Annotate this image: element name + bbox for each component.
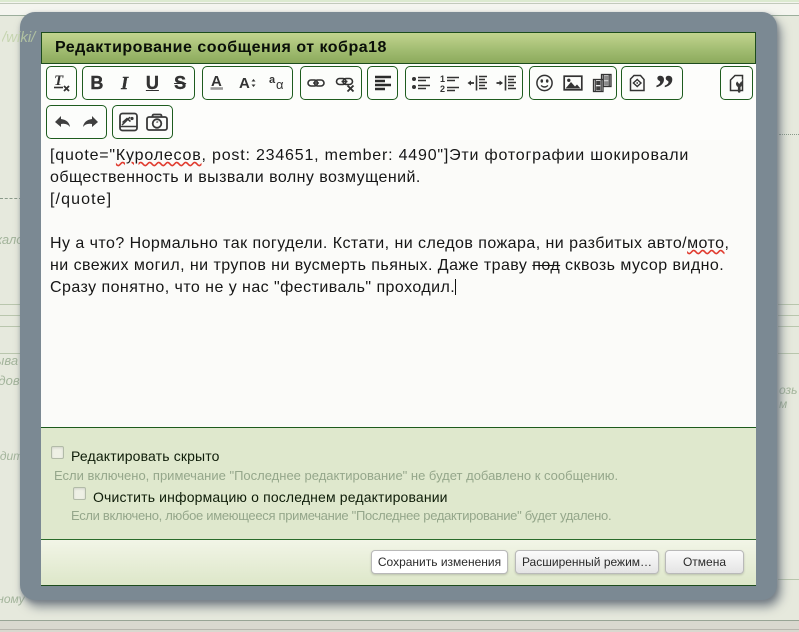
svg-text:2: 2 bbox=[440, 84, 445, 94]
svg-text:a: a bbox=[269, 74, 276, 86]
svg-text:α: α bbox=[276, 77, 284, 92]
svg-text:T: T bbox=[54, 73, 64, 89]
svg-text:1: 1 bbox=[440, 74, 445, 84]
svg-text:A: A bbox=[239, 75, 250, 92]
svg-text:”: ” bbox=[655, 71, 674, 95]
